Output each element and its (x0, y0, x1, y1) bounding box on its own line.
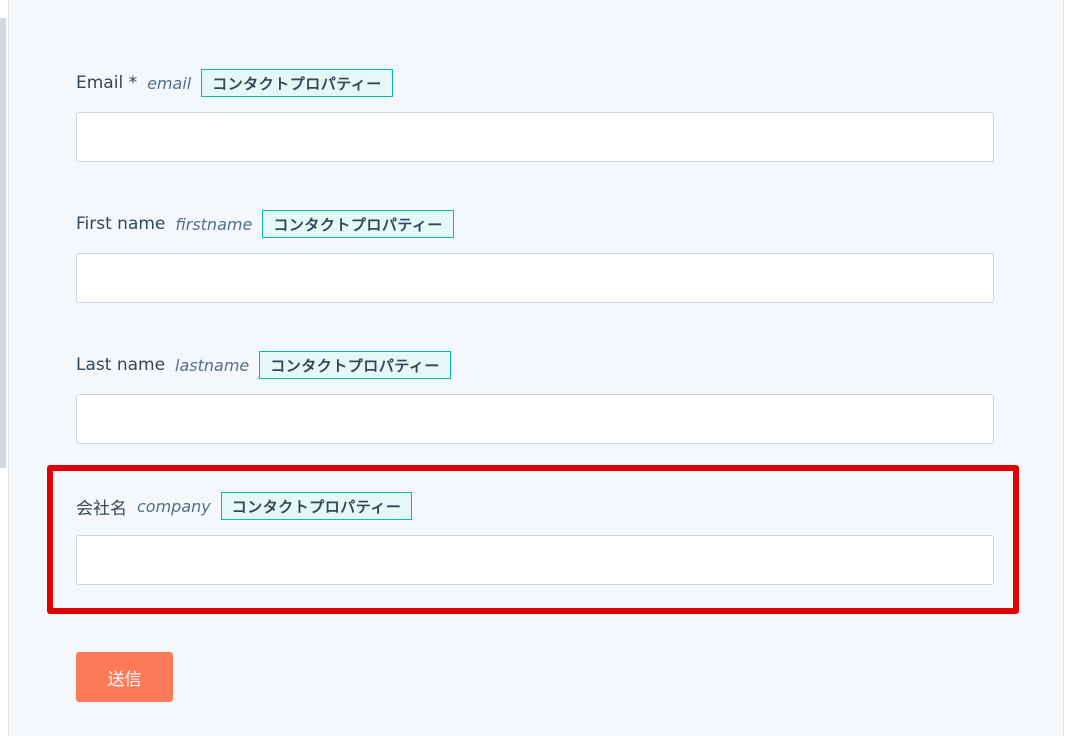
lastname-property-badge: コンタクトプロパティー (259, 351, 451, 379)
firstname-input[interactable] (76, 253, 994, 303)
firstname-label: First name (76, 214, 166, 234)
lastname-internal-name: lastname (175, 355, 250, 375)
email-property-badge: コンタクトプロパティー (201, 69, 393, 97)
firstname-label-row: First name firstname コンタクトプロパティー (76, 209, 994, 239)
email-label-row: Email * email コンタクトプロパティー (76, 68, 994, 98)
firstname-internal-name: firstname (175, 214, 253, 234)
email-label: Email * (76, 73, 138, 93)
email-internal-name: email (147, 73, 192, 93)
highlight-annotation-box (47, 465, 1019, 614)
form-preview: Email * email コンタクトプロパティー First name fir… (0, 0, 1068, 736)
lastname-label: Last name (76, 355, 166, 375)
email-input[interactable] (76, 112, 994, 162)
email-field-group: Email * email コンタクトプロパティー (76, 68, 994, 162)
lastname-field-group: Last name lastname コンタクトプロパティー (76, 350, 994, 444)
left-scrollbar[interactable] (0, 18, 6, 468)
submit-button[interactable]: 送信 (76, 652, 173, 702)
firstname-property-badge: コンタクトプロパティー (262, 210, 454, 238)
right-panel-edge (1063, 0, 1068, 736)
firstname-field-group: First name firstname コンタクトプロパティー (76, 209, 994, 303)
lastname-label-row: Last name lastname コンタクトプロパティー (76, 350, 994, 380)
lastname-input[interactable] (76, 394, 994, 444)
